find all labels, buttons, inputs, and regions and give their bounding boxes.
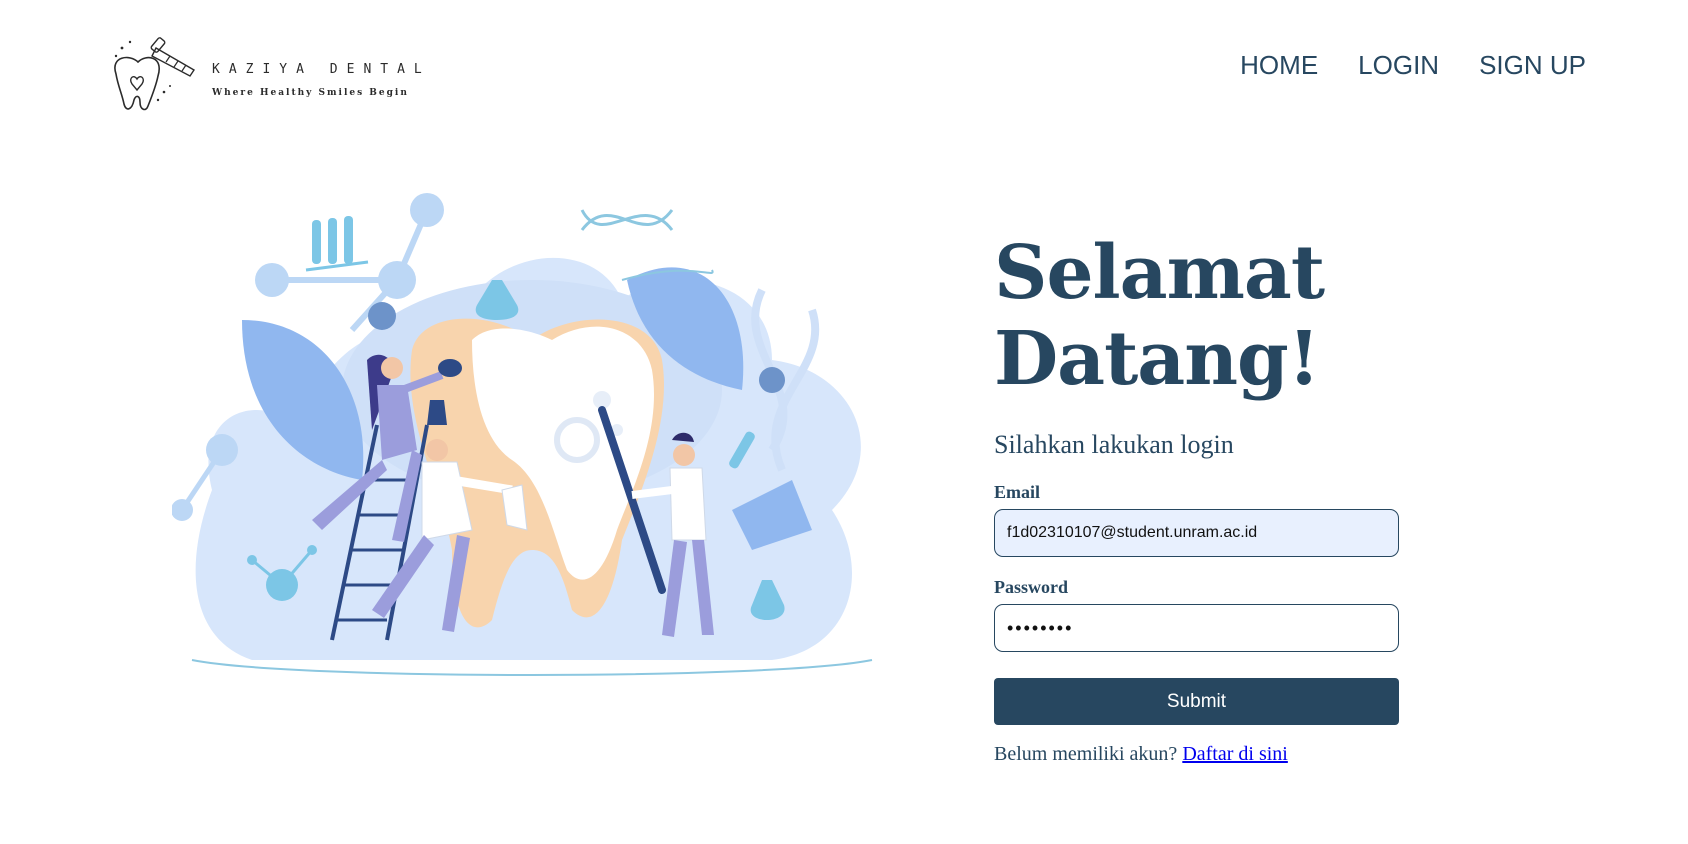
login-subtitle: Silahkan lakukan login [994, 430, 1234, 459]
navbar: KAZIYA DENTAL Where Healthy Smiles Begin… [0, 0, 1688, 130]
brand-tagline: Where Healthy Smiles Begin [212, 88, 409, 98]
nav-home-link[interactable]: HOME [1240, 50, 1318, 80]
login-form: Email Password Submit [994, 482, 1404, 725]
welcome-title: Selamat Datang! [994, 230, 1404, 402]
brand-name: KAZIYA DENTAL [212, 62, 431, 77]
nav-login-link[interactable]: LOGIN [1358, 50, 1439, 80]
welcome-title-line2: Datang! [994, 316, 1320, 402]
signup-prompt-text: Belum memiliki akun? [994, 743, 1178, 765]
tooth-logo-icon [114, 37, 195, 111]
nav-signup-link[interactable]: SIGN UP [1479, 50, 1586, 80]
dental-team-illustration [172, 193, 873, 676]
login-panel: Selamat Datang! Silahkan lakukan login E… [994, 230, 1404, 766]
brand-logo[interactable]: KAZIYA DENTAL Where Healthy Smiles Begin [108, 34, 428, 114]
password-label: Password [994, 577, 1069, 597]
email-label: Email [994, 482, 1041, 502]
welcome-title-line1: Selamat [994, 230, 1325, 316]
submit-button[interactable]: Submit [994, 678, 1399, 725]
password-field[interactable] [994, 604, 1399, 652]
email-field[interactable] [994, 509, 1399, 557]
signup-link[interactable]: Daftar di sini [1182, 743, 1288, 765]
main-nav: HOME LOGIN SIGN UP [1240, 50, 1586, 80]
signup-prompt: Belum memiliki akun? Daftar di sini [994, 743, 1404, 766]
